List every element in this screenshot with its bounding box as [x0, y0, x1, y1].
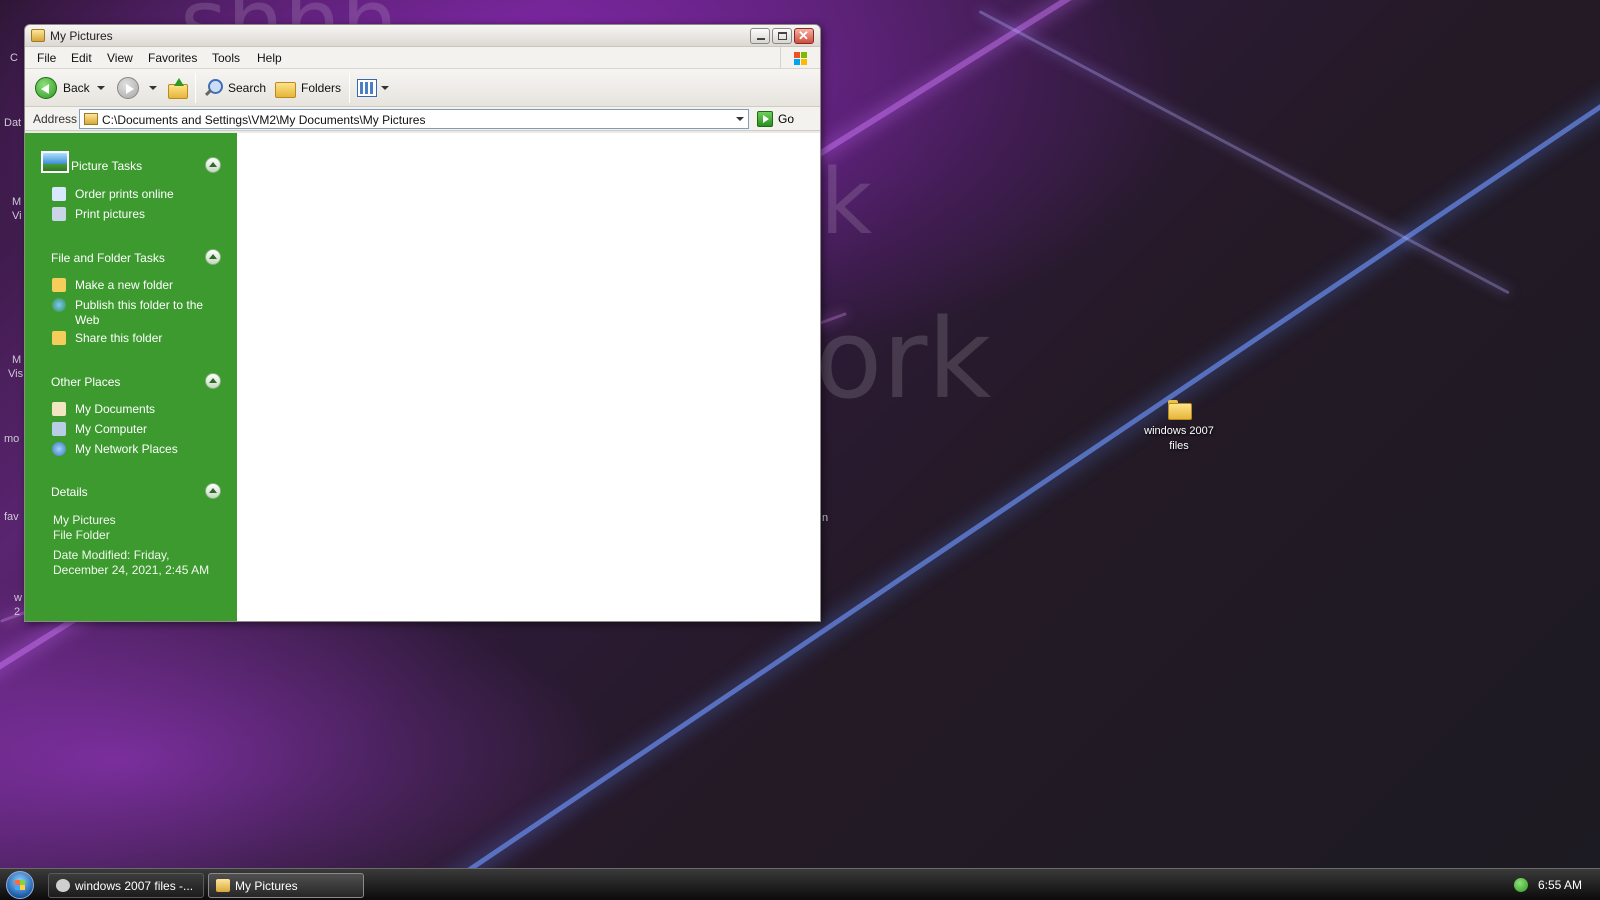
folder-icon — [31, 29, 45, 42]
windows-flag-icon — [794, 52, 808, 65]
chevron-down-icon — [97, 86, 105, 90]
place-my-documents[interactable]: My Documents — [75, 402, 225, 417]
title-bar[interactable]: My Pictures ✕ — [25, 25, 820, 47]
chevron-down-icon — [149, 86, 157, 90]
menu-edit[interactable]: Edit — [71, 51, 92, 65]
chevron-down-icon — [381, 86, 389, 90]
collapse-details-button[interactable] — [205, 483, 221, 499]
collapse-file-folder-tasks-button[interactable] — [205, 249, 221, 265]
menu-favorites[interactable]: Favorites — [148, 51, 197, 65]
network-tray-icon[interactable] — [1514, 878, 1528, 892]
folder-icon — [1168, 400, 1192, 420]
back-arrow-icon — [35, 77, 57, 99]
toolbar-separator — [195, 73, 196, 103]
back-label: Back — [63, 81, 90, 95]
views-icon — [357, 79, 377, 97]
network-places-icon — [52, 442, 66, 456]
task-pane: Picture Tasks Order prints online Print … — [25, 133, 237, 621]
search-button[interactable]: Search — [203, 77, 266, 99]
details-name: My Pictures — [53, 513, 116, 527]
task-share-folder[interactable]: Share this folder — [75, 331, 225, 346]
file-folder-tasks-header[interactable]: File and Folder Tasks — [51, 251, 165, 265]
maximize-button[interactable] — [772, 28, 792, 44]
publish-web-icon — [52, 298, 66, 312]
minimize-button[interactable] — [750, 28, 770, 44]
address-value: C:\Documents and Settings\VM2\My Documen… — [102, 113, 426, 127]
taskbar-button-label: windows 2007 files -... — [75, 878, 194, 893]
go-arrow-icon — [757, 111, 773, 127]
clock[interactable]: 6:55 AM — [1538, 878, 1582, 892]
address-bar: Address C:\Documents and Settings\VM2\My… — [25, 107, 820, 131]
other-places-header[interactable]: Other Places — [51, 375, 120, 389]
go-label: Go — [778, 112, 795, 126]
order-prints-icon — [52, 187, 66, 201]
picture-tasks-header[interactable]: Picture Tasks — [71, 159, 142, 173]
address-input[interactable]: C:\Documents and Settings\VM2\My Documen… — [79, 109, 749, 129]
taskbar: windows 2007 files -... My Pictures 6:55… — [0, 868, 1600, 900]
views-button[interactable] — [357, 77, 389, 99]
forward-arrow-icon — [117, 77, 139, 99]
task-publish-folder-web[interactable]: Publish this folder to the Web — [75, 298, 225, 328]
back-history-dropdown[interactable] — [97, 77, 105, 99]
menu-file[interactable]: File — [37, 51, 56, 65]
window-title: My Pictures — [50, 29, 113, 43]
folders-label: Folders — [301, 81, 342, 95]
up-folder-button[interactable] — [167, 77, 188, 99]
desktop-folder-label: windows 2007 files — [1144, 425, 1214, 452]
details-header[interactable]: Details — [51, 485, 88, 499]
go-button[interactable]: Go — [757, 110, 794, 128]
file-list-area[interactable] — [237, 133, 820, 621]
address-label: Address — [33, 112, 78, 126]
share-folder-icon — [52, 331, 66, 345]
search-icon — [203, 78, 223, 98]
pictures-icon — [41, 151, 69, 173]
explorer-window: My Pictures ✕ File Edit View Favorites T… — [24, 24, 821, 622]
menu-bar: File Edit View Favorites Tools Help — [25, 47, 820, 69]
details-date-modified: Date Modified: Friday, December 24, 2021… — [53, 548, 210, 577]
task-print-pictures[interactable]: Print pictures — [75, 207, 225, 222]
close-button[interactable]: ✕ — [794, 28, 814, 44]
forward-button[interactable] — [117, 77, 139, 99]
folder-icon — [216, 879, 230, 892]
task-order-prints-online[interactable]: Order prints online — [75, 187, 225, 202]
back-button[interactable]: Back — [35, 77, 90, 99]
my-documents-icon — [52, 402, 66, 416]
close-icon: ✕ — [798, 28, 809, 43]
maximize-icon — [778, 32, 787, 40]
taskbar-button-windows-2007-files[interactable]: windows 2007 files -... — [48, 873, 204, 898]
collapse-picture-tasks-button[interactable] — [205, 157, 221, 173]
minimize-icon — [757, 38, 765, 40]
new-folder-icon — [52, 278, 66, 292]
folders-icon — [275, 79, 296, 98]
taskbar-button-label: My Pictures — [235, 878, 298, 893]
menu-tools[interactable]: Tools — [212, 51, 240, 65]
ie-icon — [56, 879, 70, 892]
folder-icon — [84, 113, 98, 125]
print-icon — [52, 207, 66, 221]
explorer-content: Picture Tasks Order prints online Print … — [25, 133, 820, 621]
desktop-folder-windows-2007-files[interactable]: windows 2007 files — [1144, 398, 1214, 454]
toolbar-separator — [349, 73, 350, 103]
menu-view[interactable]: View — [107, 51, 133, 65]
my-computer-icon — [52, 422, 66, 436]
folders-button[interactable]: Folders — [275, 77, 341, 99]
task-make-new-folder[interactable]: Make a new folder — [75, 278, 225, 293]
details-type: File Folder — [53, 528, 110, 542]
address-dropdown-icon[interactable] — [736, 117, 744, 121]
windows-logo — [780, 47, 820, 69]
folder-up-icon — [167, 78, 188, 99]
search-label: Search — [228, 81, 267, 95]
menu-help[interactable]: Help — [257, 51, 282, 65]
collapse-other-places-button[interactable] — [205, 373, 221, 389]
taskbar-button-my-pictures[interactable]: My Pictures — [208, 873, 364, 898]
place-my-computer[interactable]: My Computer — [75, 422, 225, 437]
start-button[interactable] — [6, 871, 34, 899]
forward-history-dropdown[interactable] — [149, 77, 157, 99]
place-my-network-places[interactable]: My Network Places — [75, 442, 225, 457]
toolbar: Back Search Folders — [25, 69, 820, 107]
